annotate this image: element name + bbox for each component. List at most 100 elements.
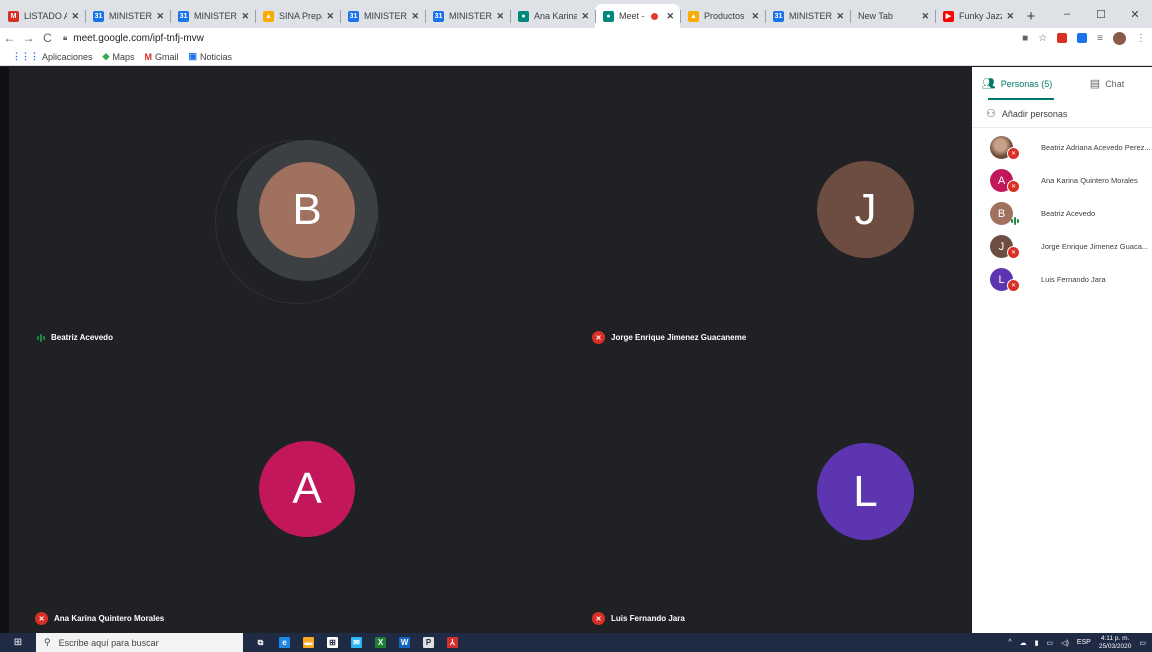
drive-icon: ▲ — [688, 10, 699, 22]
bookmark-item[interactable]: ⋮⋮⋮ Aplicaciones — [12, 51, 93, 62]
participant-tile[interactable]: J ✕ Jorge Enrique Jimenez Guacaneme — [490, 67, 972, 350]
edge-icon[interactable]: e — [279, 637, 290, 648]
media-control-icon[interactable]: ≡ — [1097, 33, 1103, 44]
close-tab-icon[interactable]: ✕ — [581, 11, 589, 22]
browser-toolbar: ← → C 🔒︎ meet.google.com/ipf-tnfj-mvw ■ … — [0, 28, 1152, 48]
participant-tile[interactable]: L ✕ Luis Fernando Jara — [490, 350, 972, 633]
add-people-button[interactable]: ⚇ Añadir personas — [972, 100, 1152, 128]
youtube-icon: ▶ — [943, 10, 954, 22]
powerpoint-icon[interactable]: P — [423, 637, 434, 648]
mic-off-icon: ✕ — [1007, 246, 1020, 259]
mic-off-icon: ✕ — [1007, 147, 1020, 160]
bookmark-label: Gmail — [154, 51, 179, 62]
language-indicator[interactable]: ESP — [1077, 639, 1091, 646]
bookmark-item[interactable]: ◆ Maps — [103, 51, 135, 62]
reload-button[interactable]: C — [38, 31, 57, 45]
acrobat-icon[interactable]: ⅄ — [447, 637, 458, 648]
participant-list-item[interactable]: L ✕ Luis Fernando Jara — [972, 263, 1152, 296]
browser-tab[interactable]: New Tab ✕ — [850, 4, 935, 28]
close-tab-icon[interactable]: ✕ — [496, 11, 504, 22]
tab-people[interactable]: 👥︎ Personas (5) — [972, 67, 1062, 100]
excel-icon[interactable]: X — [375, 637, 386, 648]
close-tab-icon[interactable]: ✕ — [241, 11, 249, 22]
back-button[interactable]: ← — [0, 31, 19, 45]
windows-start-icon[interactable]: ⊞ — [0, 637, 36, 648]
close-tab-icon[interactable]: ✕ — [921, 11, 929, 22]
tab-chat[interactable]: ▤ Chat — [1062, 67, 1152, 100]
participant-name: Beatriz Acevedo — [1041, 209, 1096, 218]
bookmark-star-icon[interactable]: ☆ — [1038, 33, 1047, 44]
browser-tab[interactable]: 31 MINISTERIO D✕ — [765, 4, 850, 28]
tab-title: Funky Jazz • — [959, 11, 1003, 21]
bookmark-item[interactable]: ▣ Noticias — [188, 51, 232, 62]
minimize-button[interactable]: – — [1050, 0, 1084, 28]
taskbar-search-box[interactable]: ⚲ Escribe aquí para buscar — [36, 633, 243, 652]
close-tab-icon[interactable]: ✕ — [156, 11, 164, 22]
browser-tab[interactable]: 31 MINISTERIO D✕ — [425, 4, 510, 28]
volume-icon[interactable]: ◁) — [1061, 639, 1069, 647]
task-view-icon[interactable]: ⧉ — [255, 637, 266, 648]
mic-off-icon: ✕ — [1007, 279, 1020, 292]
participant-list-item[interactable]: ✕ Beatriz Adriana Acevedo Perez... — [972, 131, 1152, 164]
close-tab-icon[interactable]: ✕ — [411, 11, 419, 22]
close-window-button[interactable]: ✕ — [1118, 0, 1152, 28]
cloud-icon[interactable]: ☁ — [1020, 639, 1027, 647]
participant-list-item[interactable]: A ✕ Ana Karina Quintero Morales — [972, 164, 1152, 197]
close-tab-icon[interactable]: ✕ — [71, 11, 79, 22]
tab-title: Productos ser — [704, 11, 747, 21]
audio-level-icon — [37, 333, 45, 342]
participant-name-label: Beatriz Acevedo — [37, 333, 113, 342]
clock-time: 4:11 p. m. — [1100, 634, 1130, 642]
calendar-icon: 31 — [433, 10, 444, 22]
close-tab-icon[interactable]: ✕ — [666, 11, 674, 22]
windows-taskbar: ⊞ ⚲ Escribe aquí para buscar ⧉ e ▬ ⊞ ✉ X W P ⅄ ^… — [0, 633, 1152, 652]
browser-tab[interactable]: ▲ Productos ser ✕ — [680, 4, 765, 28]
browser-tab[interactable]: ● Meet - tnf ✕ — [595, 4, 680, 28]
browser-tab[interactable]: ● Ana Karina, Jo✕ — [510, 4, 595, 28]
avatar: J — [817, 161, 914, 258]
browser-tab[interactable]: ▶ Funky Jazz • ✕ — [935, 4, 1020, 28]
extension-icon[interactable] — [1057, 33, 1068, 43]
gmail-icon: M — [8, 10, 19, 22]
address-bar[interactable]: 🔒︎ meet.google.com/ipf-tnfj-mvw — [63, 28, 204, 48]
search-placeholder: Escribe aquí para buscar — [58, 637, 159, 648]
participant-tile[interactable]: B Beatriz Acevedo — [9, 67, 490, 350]
file-explorer-icon[interactable]: ▬ — [303, 637, 314, 648]
browser-tab[interactable]: M LISTADO ASIS✕ — [0, 4, 85, 28]
participant-tile[interactable]: A ✕ Ana Karina Quintero Morales — [9, 350, 490, 633]
participant-list-item[interactable]: J ✕ Jorge Enrique Jimenez Guaca... — [972, 230, 1152, 263]
bookmark-item[interactable]: M Gmail — [144, 52, 178, 62]
store-icon[interactable]: ⊞ — [327, 637, 338, 648]
forward-button[interactable]: → — [19, 31, 38, 45]
tray-chevron-icon[interactable]: ^ — [1008, 639, 1011, 646]
power-icon[interactable]: ▮ — [1035, 639, 1039, 647]
tab-title: MINISTERIO D — [194, 11, 238, 21]
camera-icon[interactable]: ■ — [1022, 33, 1028, 44]
tab-title: LISTADO ASIS — [24, 11, 68, 21]
mail-icon[interactable]: ✉ — [351, 637, 362, 648]
browser-tab[interactable]: 31 MINISTERIO D✕ — [340, 4, 425, 28]
participant-name: Jorge Enrique Jimenez Guaca... — [1041, 242, 1149, 251]
participant-name-label: ✕ Jorge Enrique Jimenez Guacaneme — [592, 331, 746, 344]
avatar: A — [259, 441, 355, 537]
close-tab-icon[interactable]: ✕ — [1006, 11, 1014, 22]
clock[interactable]: 4:11 p. m. 25/03/2020 — [1099, 635, 1132, 651]
people-list: ✕ Beatriz Adriana Acevedo Perez... A ✕ Ana K… — [972, 128, 1152, 296]
extension-icon[interactable] — [1077, 33, 1088, 43]
profile-avatar[interactable] — [1113, 31, 1126, 45]
notifications-icon[interactable]: ▭ — [1139, 639, 1146, 647]
browser-tab[interactable]: 31 MINISTERIO D✕ — [170, 4, 255, 28]
close-tab-icon[interactable]: ✕ — [326, 11, 334, 22]
close-tab-icon[interactable]: ✕ — [836, 11, 844, 22]
browser-tab[interactable]: 31 MINISTERIO D✕ — [85, 4, 170, 28]
browser-menu-icon[interactable]: ⋮ — [1136, 33, 1146, 44]
calendar-icon: 31 — [773, 10, 784, 22]
new-tab-button[interactable]: + — [1020, 4, 1042, 28]
network-icon[interactable]: ▭ — [1046, 639, 1053, 647]
close-tab-icon[interactable]: ✕ — [751, 11, 759, 22]
word-icon[interactable]: W — [399, 637, 410, 648]
people-icon: 👥︎ — [981, 78, 996, 90]
participant-list-item[interactable]: B Beatriz Acevedo — [972, 197, 1152, 230]
maximize-button[interactable]: ☐ — [1084, 0, 1118, 28]
browser-tab[interactable]: ▲ SINA Prepara ✕ — [255, 4, 340, 28]
